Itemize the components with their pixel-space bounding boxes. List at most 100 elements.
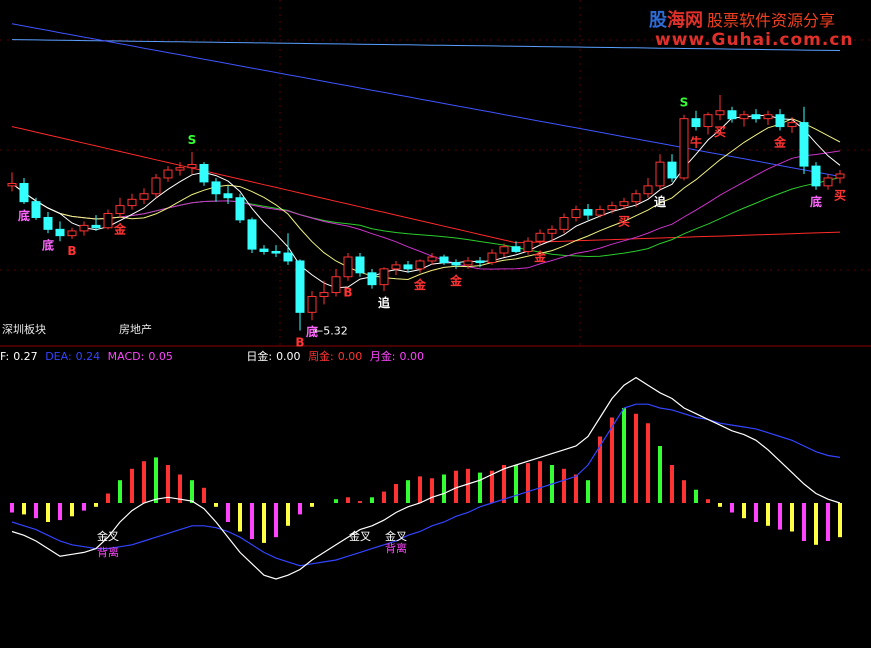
candle-body <box>583 209 593 216</box>
candle-body <box>463 260 473 266</box>
indicator-header: F: 0.27 DEA: 0.24 MACD: 0.05 日金: 0.00 周金: 0.0… <box>0 348 428 363</box>
daily-gold-value: 0.00 <box>276 350 301 363</box>
candle-body <box>643 185 653 195</box>
macd-note: 金叉 <box>97 529 119 543</box>
candle-body <box>691 118 701 128</box>
candle-body <box>823 177 833 187</box>
macd-note: 背离 <box>385 541 407 555</box>
candle-body <box>151 177 161 195</box>
candle-body <box>211 181 221 195</box>
candle-body <box>259 248 269 252</box>
weekly-gold-label: 周金: <box>308 350 334 363</box>
candle-body <box>271 250 281 254</box>
macd-label: MACD: <box>107 350 145 363</box>
candle-body <box>703 114 713 128</box>
ma30-line <box>11 177 841 258</box>
candle-body <box>835 173 845 179</box>
signal-label: 底 <box>306 324 318 339</box>
signal-label: B <box>67 244 76 258</box>
candle-body <box>799 122 809 167</box>
candle-body <box>31 201 41 218</box>
logo-slogan: 股票软件资源分享 <box>707 11 836 30</box>
candle-body <box>775 114 785 128</box>
f-label: F: <box>0 350 10 363</box>
candle-body <box>55 228 65 237</box>
signal-label: B <box>343 286 352 300</box>
candle-body <box>43 216 53 230</box>
logo-url: www.Guhai.com.cn <box>655 30 854 50</box>
dea-value: 0.24 <box>75 350 101 363</box>
candle-body <box>451 262 461 266</box>
signal-label: 买 <box>834 188 846 202</box>
ma60-line <box>11 126 841 244</box>
candle-body <box>667 161 677 179</box>
signal-label: 追 <box>654 194 667 209</box>
candle-body <box>139 193 149 200</box>
signal-label: 买 <box>618 215 630 229</box>
signal-label: 买 <box>714 125 726 139</box>
candle-body <box>427 256 437 262</box>
signal-label: 底 <box>810 194 822 209</box>
candle-body <box>403 264 413 270</box>
region-label: 深圳板块 <box>2 323 46 336</box>
candle-body <box>631 193 641 203</box>
signal-label: 金 <box>449 273 463 288</box>
signal-label: S <box>680 96 689 110</box>
site-logo: 股海网 股票软件资源分享 www.Guhai.com.cn <box>649 6 865 52</box>
candle-body <box>391 264 401 270</box>
signal-label: 金 <box>113 221 127 236</box>
signal-label: 金 <box>533 249 547 264</box>
candle-body <box>511 246 521 252</box>
ma20-line <box>11 150 841 270</box>
candle-body <box>763 114 773 120</box>
candle-body <box>115 205 125 215</box>
candle-body <box>607 205 617 211</box>
candle-body <box>379 268 389 286</box>
candle-body <box>91 224 101 229</box>
candle-body <box>727 110 737 120</box>
candle-body <box>559 216 569 230</box>
sector-label: 房地产 <box>119 323 152 336</box>
macd-note: 背离 <box>97 545 119 559</box>
signal-label: 牛 <box>690 135 702 150</box>
candle-body <box>475 260 485 264</box>
candle-body <box>415 260 425 270</box>
low-price-label: ←5.32 <box>314 325 348 338</box>
candle-body <box>127 198 137 207</box>
candle-body <box>67 230 77 237</box>
candle-body <box>487 252 497 264</box>
macd-value: 0.05 <box>148 350 173 363</box>
candle-body <box>187 164 197 169</box>
f-value: 0.27 <box>13 350 38 363</box>
candle-body <box>7 182 17 187</box>
signal-label: 底 <box>18 208 30 223</box>
chart-window: ←5.32 底底 B 金 S B 底 B 追金金金买追 S 牛买金底买金叉 背离 金叉 金叉 背离 深圳板块… <box>0 0 871 648</box>
signal-label: 追 <box>378 295 391 310</box>
candle-body <box>163 169 173 179</box>
candle-body <box>247 219 257 250</box>
candle-body <box>223 193 233 199</box>
candle-body <box>523 240 533 252</box>
signal-label: 底 <box>42 237 54 252</box>
candle-body <box>619 201 629 207</box>
dif-line <box>11 376 841 580</box>
candle-body <box>79 224 89 232</box>
macd-note: 金叉 <box>349 529 371 543</box>
candle-body <box>319 292 329 298</box>
signal-label: 金 <box>413 277 427 292</box>
monthly-gold-value: 0.00 <box>399 350 425 363</box>
candle-body <box>571 209 581 218</box>
signal-label: 金 <box>773 135 787 150</box>
candle-body <box>103 213 113 229</box>
candle-body <box>343 256 353 278</box>
candle-body <box>739 114 749 120</box>
weekly-gold-value: 0.00 <box>337 350 363 363</box>
dea-label: DEA: <box>45 350 72 363</box>
candle-body <box>307 296 317 313</box>
daily-gold-label: 日金: <box>246 350 273 363</box>
logo-brand-b: 海网 <box>667 10 703 31</box>
candle-body <box>679 118 689 179</box>
dea-line <box>11 403 841 567</box>
candle-body <box>547 228 557 234</box>
candle-body <box>439 256 449 264</box>
